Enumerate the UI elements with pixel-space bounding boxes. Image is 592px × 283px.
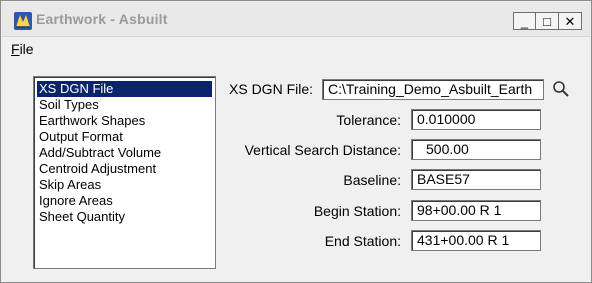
earthwork-app-icon bbox=[14, 12, 32, 30]
list-item[interactable]: Soil Types bbox=[37, 97, 212, 113]
list-item[interactable]: XS DGN File bbox=[37, 81, 212, 97]
minimize-button[interactable]: _ bbox=[513, 12, 536, 30]
window-title: Earthwork - Asbuilt bbox=[36, 11, 168, 27]
list-item[interactable]: Sheet Quantity bbox=[37, 209, 212, 225]
list-item[interactable]: Output Format bbox=[37, 129, 212, 145]
end-station-label: End Station: bbox=[324, 233, 401, 249]
list-item[interactable]: Centroid Adjustment bbox=[37, 161, 212, 177]
baseline-field[interactable]: BASE57 bbox=[411, 169, 541, 190]
baseline-label: Baseline: bbox=[343, 172, 401, 188]
begin-station-field[interactable]: 98+00.00 R 1 bbox=[411, 200, 541, 221]
begin-station-label: Begin Station: bbox=[313, 203, 401, 219]
vertical-search-distance-label: Vertical Search Distance: bbox=[244, 142, 401, 158]
list-item[interactable]: Ignore Areas bbox=[37, 193, 212, 209]
window-controls: _ □ ✕ bbox=[513, 12, 582, 30]
search-icon[interactable] bbox=[552, 80, 570, 98]
tolerance-label: Tolerance: bbox=[336, 112, 401, 128]
list-item[interactable]: Add/Subtract Volume bbox=[37, 145, 212, 161]
minimize-icon: _ bbox=[520, 13, 529, 29]
title-bar[interactable]: Earthwork - Asbuilt _ □ ✕ bbox=[2, 2, 590, 37]
list-item[interactable]: Earthwork Shapes bbox=[37, 113, 212, 129]
menu-bar: File bbox=[2, 37, 590, 61]
close-icon: ✕ bbox=[564, 13, 576, 29]
earthwork-asbuilt-window: Earthwork - Asbuilt _ □ ✕ File XS DGN Fi… bbox=[0, 0, 592, 283]
end-station-field[interactable]: 431+00.00 R 1 bbox=[411, 230, 541, 251]
xs-dgn-file-label: XS DGN File: bbox=[229, 81, 314, 97]
menu-file-label: ile bbox=[19, 41, 34, 57]
maximize-button[interactable]: □ bbox=[536, 12, 559, 30]
tolerance-field[interactable]: 0.010000 bbox=[411, 109, 541, 130]
menu-file-accesskey: F bbox=[11, 41, 20, 57]
maximize-icon: □ bbox=[543, 13, 551, 29]
close-button[interactable]: ✕ bbox=[559, 12, 582, 30]
settings-category-list[interactable]: XS DGN File Soil Types Earthwork Shapes Out… bbox=[33, 76, 216, 269]
list-item[interactable]: Skip Areas bbox=[37, 177, 212, 193]
vertical-search-distance-field[interactable]: 500.00 bbox=[411, 139, 541, 160]
xs-dgn-file-field[interactable]: C:\Training_Demo_Asbuilt_Earth bbox=[322, 79, 544, 100]
menu-file[interactable]: File bbox=[11, 41, 34, 57]
